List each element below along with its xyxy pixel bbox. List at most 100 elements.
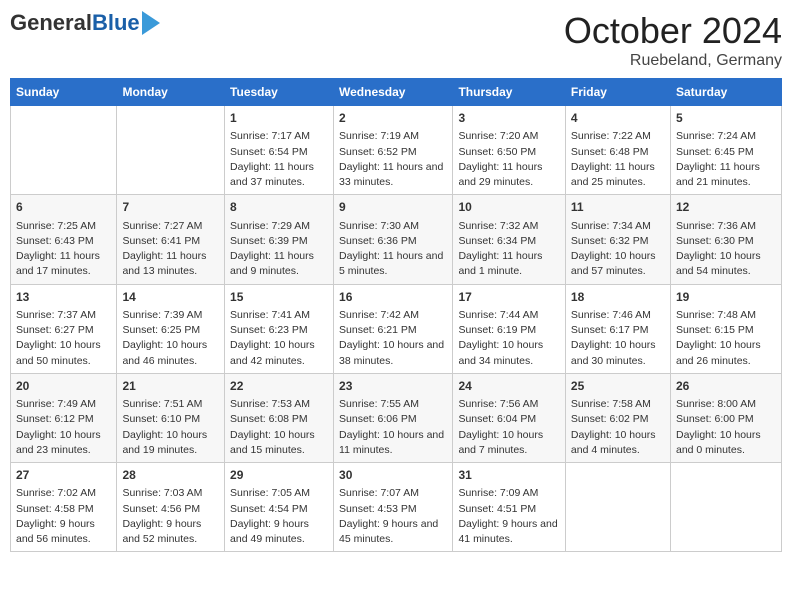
- calendar-cell: [565, 463, 670, 552]
- day-number: 19: [676, 289, 776, 306]
- day-info: Sunrise: 7:05 AM Sunset: 4:54 PM Dayligh…: [230, 486, 328, 547]
- day-info: Sunrise: 7:56 AM Sunset: 6:04 PM Dayligh…: [458, 397, 559, 458]
- day-number: 2: [339, 110, 447, 127]
- calendar-cell: 7 Sunrise: 7:27 AM Sunset: 6:41 PM Daylig…: [117, 195, 225, 284]
- day-of-week-header: Sunday: [11, 79, 117, 106]
- day-number: 12: [676, 199, 776, 216]
- calendar-week-row: 20 Sunrise: 7:49 AM Sunset: 6:12 PM Dayli…: [11, 373, 782, 462]
- logo-arrow-icon: [142, 11, 160, 35]
- day-info: Sunrise: 7:24 AM Sunset: 6:45 PM Dayligh…: [676, 129, 776, 190]
- day-info: Sunrise: 8:00 AM Sunset: 6:00 PM Dayligh…: [676, 397, 776, 458]
- day-number: 11: [571, 199, 665, 216]
- day-info: Sunrise: 7:46 AM Sunset: 6:17 PM Dayligh…: [571, 308, 665, 369]
- calendar-cell: 1 Sunrise: 7:17 AM Sunset: 6:54 PM Daylig…: [225, 106, 334, 195]
- day-number: 30: [339, 467, 447, 484]
- day-number: 14: [122, 289, 219, 306]
- day-number: 17: [458, 289, 559, 306]
- title-block: October 2024 Ruebeland, Germany: [564, 10, 782, 70]
- day-number: 7: [122, 199, 219, 216]
- day-number: 22: [230, 378, 328, 395]
- day-number: 6: [16, 199, 111, 216]
- calendar-cell: 13 Sunrise: 7:37 AM Sunset: 6:27 PM Dayli…: [11, 284, 117, 373]
- day-info: Sunrise: 7:49 AM Sunset: 6:12 PM Dayligh…: [16, 397, 111, 458]
- day-info: Sunrise: 7:55 AM Sunset: 6:06 PM Dayligh…: [339, 397, 447, 458]
- day-info: Sunrise: 7:48 AM Sunset: 6:15 PM Dayligh…: [676, 308, 776, 369]
- calendar-title: October 2024: [564, 10, 782, 52]
- calendar-cell: 24 Sunrise: 7:56 AM Sunset: 6:04 PM Dayli…: [453, 373, 565, 462]
- day-number: 20: [16, 378, 111, 395]
- day-of-week-header: Saturday: [670, 79, 781, 106]
- day-number: 21: [122, 378, 219, 395]
- day-number: 25: [571, 378, 665, 395]
- day-info: Sunrise: 7:41 AM Sunset: 6:23 PM Dayligh…: [230, 308, 328, 369]
- calendar-cell: 30 Sunrise: 7:07 AM Sunset: 4:53 PM Dayli…: [334, 463, 453, 552]
- day-info: Sunrise: 7:27 AM Sunset: 6:41 PM Dayligh…: [122, 219, 219, 280]
- day-info: Sunrise: 7:07 AM Sunset: 4:53 PM Dayligh…: [339, 486, 447, 547]
- calendar-cell: 18Sunrise: 7:46 AM Sunset: 6:17 PM Dayli…: [565, 284, 670, 373]
- calendar-cell: 29 Sunrise: 7:05 AM Sunset: 4:54 PM Dayli…: [225, 463, 334, 552]
- day-of-week-header: Tuesday: [225, 79, 334, 106]
- day-info: Sunrise: 7:03 AM Sunset: 4:56 PM Dayligh…: [122, 486, 219, 547]
- calendar-cell: 27 Sunrise: 7:02 AM Sunset: 4:58 PM Dayli…: [11, 463, 117, 552]
- day-info: Sunrise: 7:02 AM Sunset: 4:58 PM Dayligh…: [16, 486, 111, 547]
- day-of-week-header: Wednesday: [334, 79, 453, 106]
- day-number: 23: [339, 378, 447, 395]
- day-info: Sunrise: 7:09 AM Sunset: 4:51 PM Dayligh…: [458, 486, 559, 547]
- day-number: 28: [122, 467, 219, 484]
- day-info: Sunrise: 7:58 AM Sunset: 6:02 PM Dayligh…: [571, 397, 665, 458]
- calendar-week-row: 13 Sunrise: 7:37 AM Sunset: 6:27 PM Dayli…: [11, 284, 782, 373]
- calendar-week-row: 27 Sunrise: 7:02 AM Sunset: 4:58 PM Dayli…: [11, 463, 782, 552]
- calendar-cell: 6Sunrise: 7:25 AM Sunset: 6:43 PM Daylig…: [11, 195, 117, 284]
- calendar-cell: 14 Sunrise: 7:39 AM Sunset: 6:25 PM Dayli…: [117, 284, 225, 373]
- calendar-cell: [670, 463, 781, 552]
- calendar-cell: 9 Sunrise: 7:30 AM Sunset: 6:36 PM Daylig…: [334, 195, 453, 284]
- day-info: Sunrise: 7:39 AM Sunset: 6:25 PM Dayligh…: [122, 308, 219, 369]
- day-info: Sunrise: 7:34 AM Sunset: 6:32 PM Dayligh…: [571, 219, 665, 280]
- day-number: 13: [16, 289, 111, 306]
- day-number: 31: [458, 467, 559, 484]
- day-of-week-header: Friday: [565, 79, 670, 106]
- day-number: 8: [230, 199, 328, 216]
- calendar-cell: 31 Sunrise: 7:09 AM Sunset: 4:51 PM Dayli…: [453, 463, 565, 552]
- calendar-cell: 4Sunrise: 7:22 AM Sunset: 6:48 PM Daylig…: [565, 106, 670, 195]
- calendar-cell: 10 Sunrise: 7:32 AM Sunset: 6:34 PM Dayli…: [453, 195, 565, 284]
- calendar-cell: 21 Sunrise: 7:51 AM Sunset: 6:10 PM Dayli…: [117, 373, 225, 462]
- page-header: General Blue October 2024 Ruebeland, Ger…: [10, 10, 782, 70]
- calendar-cell: 8Sunrise: 7:29 AM Sunset: 6:39 PM Daylig…: [225, 195, 334, 284]
- day-number: 4: [571, 110, 665, 127]
- calendar-cell: 11 Sunrise: 7:34 AM Sunset: 6:32 PM Dayli…: [565, 195, 670, 284]
- day-info: Sunrise: 7:37 AM Sunset: 6:27 PM Dayligh…: [16, 308, 111, 369]
- calendar-cell: 19 Sunrise: 7:48 AM Sunset: 6:15 PM Dayli…: [670, 284, 781, 373]
- day-number: 24: [458, 378, 559, 395]
- calendar-table: SundayMondayTuesdayWednesdayThursdayFrid…: [10, 78, 782, 552]
- calendar-week-row: 1 Sunrise: 7:17 AM Sunset: 6:54 PM Daylig…: [11, 106, 782, 195]
- calendar-cell: 2 Sunrise: 7:19 AM Sunset: 6:52 PM Daylig…: [334, 106, 453, 195]
- day-info: Sunrise: 7:19 AM Sunset: 6:52 PM Dayligh…: [339, 129, 447, 190]
- day-info: Sunrise: 7:30 AM Sunset: 6:36 PM Dayligh…: [339, 219, 447, 280]
- day-info: Sunrise: 7:36 AM Sunset: 6:30 PM Dayligh…: [676, 219, 776, 280]
- day-number: 27: [16, 467, 111, 484]
- calendar-cell: 15 Sunrise: 7:41 AM Sunset: 6:23 PM Dayli…: [225, 284, 334, 373]
- day-number: 15: [230, 289, 328, 306]
- calendar-cell: [117, 106, 225, 195]
- day-number: 1: [230, 110, 328, 127]
- day-number: 3: [458, 110, 559, 127]
- calendar-week-row: 6Sunrise: 7:25 AM Sunset: 6:43 PM Daylig…: [11, 195, 782, 284]
- calendar-cell: 3 Sunrise: 7:20 AM Sunset: 6:50 PM Daylig…: [453, 106, 565, 195]
- day-number: 16: [339, 289, 447, 306]
- day-info: Sunrise: 7:42 AM Sunset: 6:21 PM Dayligh…: [339, 308, 447, 369]
- day-number: 9: [339, 199, 447, 216]
- logo-blue-text: Blue: [92, 10, 140, 36]
- logo-general-text: General: [10, 10, 92, 36]
- day-info: Sunrise: 7:51 AM Sunset: 6:10 PM Dayligh…: [122, 397, 219, 458]
- calendar-cell: 12 Sunrise: 7:36 AM Sunset: 6:30 PM Dayli…: [670, 195, 781, 284]
- calendar-cell: 22Sunrise: 7:53 AM Sunset: 6:08 PM Dayli…: [225, 373, 334, 462]
- day-info: Sunrise: 7:17 AM Sunset: 6:54 PM Dayligh…: [230, 129, 328, 190]
- day-number: 10: [458, 199, 559, 216]
- day-number: 5: [676, 110, 776, 127]
- day-info: Sunrise: 7:20 AM Sunset: 6:50 PM Dayligh…: [458, 129, 559, 190]
- day-of-week-header: Monday: [117, 79, 225, 106]
- calendar-cell: 20 Sunrise: 7:49 AM Sunset: 6:12 PM Dayli…: [11, 373, 117, 462]
- day-info: Sunrise: 7:32 AM Sunset: 6:34 PM Dayligh…: [458, 219, 559, 280]
- day-number: 29: [230, 467, 328, 484]
